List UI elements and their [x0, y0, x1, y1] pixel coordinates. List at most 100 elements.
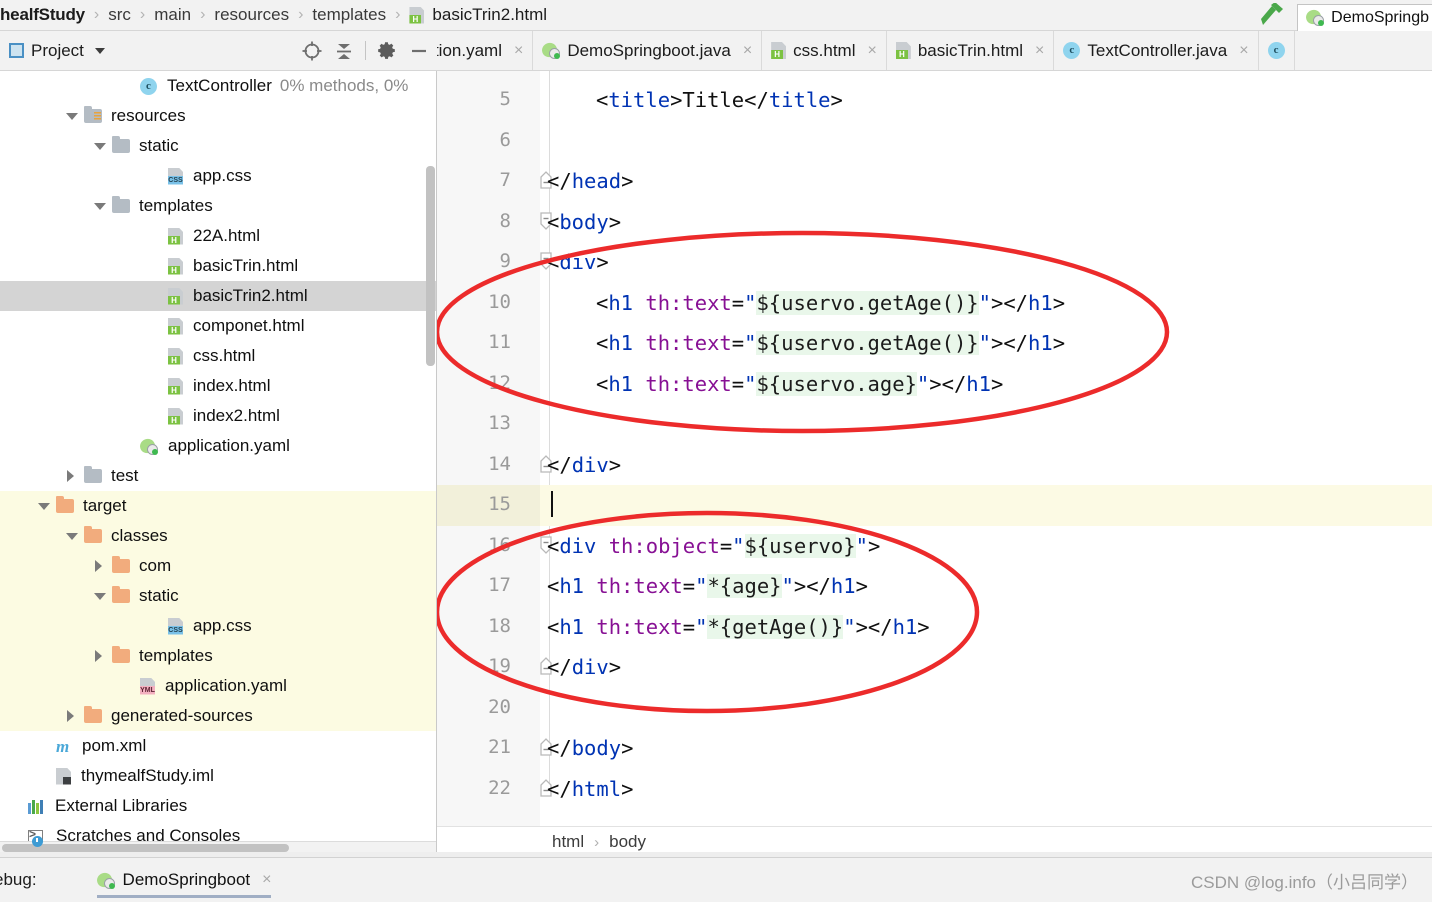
code-line[interactable]: </head> — [547, 169, 633, 193]
project-tree[interactable]: c TextController 0% methods, 0% resources st… — [0, 71, 437, 852]
code-line[interactable]: <h1 th:text="*{age}"></h1> — [547, 574, 868, 598]
close-icon[interactable]: × — [514, 42, 523, 60]
tree-item-templates[interactable]: templates — [0, 191, 436, 221]
tree-item-textcontroller[interactable]: c TextController 0% methods, 0% — [0, 71, 436, 101]
tree-item-css-html[interactable]: css.html — [0, 341, 436, 371]
close-icon[interactable]: × — [262, 871, 271, 889]
settings-button[interactable] — [371, 35, 403, 67]
tree-item-static[interactable]: static — [0, 131, 436, 161]
code-token: ${uservo.getAge()} — [756, 290, 979, 315]
code-line[interactable]: <body> — [547, 210, 621, 234]
tree-item-index2-html[interactable]: index2.html — [0, 401, 436, 431]
tree-item-22a-html[interactable]: 22A.html — [0, 221, 436, 251]
breadcrumb-item-resources[interactable]: resources — [212, 5, 291, 25]
twisty-expanded-icon[interactable] — [94, 141, 106, 151]
locate-in-tree-button[interactable] — [296, 35, 328, 67]
tree-item-app-css[interactable]: app.css — [0, 161, 436, 191]
twisty-collapsed-icon[interactable] — [94, 650, 104, 662]
tree-item-label: target — [83, 496, 127, 515]
editor-breadcrumb-body[interactable]: body — [607, 832, 648, 852]
tree-item-generated-sources[interactable]: generated-sources — [0, 701, 436, 731]
collapse-all-button[interactable] — [328, 35, 360, 67]
code-line[interactable]: </div> — [547, 453, 621, 477]
html-file-icon — [895, 42, 911, 59]
code-line[interactable]: <h1 th:text="${uservo.getAge()}"></h1> — [596, 290, 1065, 315]
code-line[interactable]: </html> — [547, 777, 633, 801]
close-icon[interactable]: × — [1239, 42, 1248, 60]
twisty-expanded-icon[interactable] — [94, 201, 106, 211]
close-icon[interactable]: × — [1035, 42, 1044, 60]
breadcrumb-item-templates[interactable]: templates — [310, 5, 388, 25]
editor-tab-cation-yaml[interactable]: cation.yaml × — [437, 31, 534, 70]
tree-item-static[interactable]: static — [0, 581, 436, 611]
tree-item-com[interactable]: com — [0, 551, 436, 581]
close-icon[interactable]: × — [868, 42, 877, 60]
tree-item-index-html[interactable]: index.html — [0, 371, 436, 401]
twisty-collapsed-icon[interactable] — [66, 710, 76, 722]
tree-item-classes[interactable]: classes — [0, 521, 436, 551]
html-file-icon — [168, 227, 183, 245]
code-line[interactable]: <div> — [547, 250, 609, 274]
code-line[interactable]: <h1 th:text="${uservo.getAge()}"></h1> — [596, 331, 1065, 355]
html-file-icon — [168, 287, 183, 305]
twisty-collapsed-icon[interactable] — [94, 560, 104, 572]
tree-item-external-libraries[interactable]: External Libraries — [0, 791, 436, 821]
editor-breadcrumb-html[interactable]: html — [550, 832, 586, 852]
code-editor[interactable]: 5 <title>Title</title> 6 7 </head> 8 <body> 9 <d… — [437, 71, 1432, 826]
scrollbar-thumb[interactable] — [2, 844, 289, 852]
tree-vertical-scrollbar[interactable] — [426, 166, 435, 366]
springboot-icon — [1306, 9, 1325, 26]
tree-item-test[interactable]: test — [0, 461, 436, 491]
code-line[interactable]: <h1 th:text="${uservo.age}"></h1> — [596, 371, 1003, 396]
breadcrumb-item-project[interactable]: healfStudy — [0, 5, 87, 25]
tree-item-app-css[interactable]: app.css — [0, 611, 436, 641]
chevron-down-icon[interactable] — [94, 47, 105, 54]
code-line[interactable]: </div> — [547, 655, 621, 679]
run-configuration-selector[interactable]: DemoSpringb — [1297, 3, 1432, 31]
twisty-expanded-icon[interactable] — [66, 111, 78, 121]
tree-item-componet-html[interactable]: componet.html — [0, 311, 436, 341]
editor-tab-basictrin-html[interactable]: basicTrin.html × — [887, 31, 1055, 70]
tree-item-resources[interactable]: resources — [0, 101, 436, 131]
folder-icon — [56, 496, 74, 513]
code-line[interactable]: </body> — [547, 736, 633, 760]
tree-item-application-yaml[interactable]: application.yaml — [0, 431, 436, 461]
tree-item-label: static — [139, 136, 179, 155]
debug-session-tab[interactable]: DemoSpringboot × — [96, 858, 272, 902]
breadcrumb-item-file[interactable]: basicTrin2.html — [409, 5, 549, 25]
code-line[interactable]: <div th:object="${uservo}"> — [547, 533, 880, 558]
tree-item-label: generated-sources — [111, 706, 253, 725]
tree-item-basictrin-html[interactable]: basicTrin.html — [0, 251, 436, 281]
springboot-icon — [97, 872, 115, 889]
build-project-button[interactable] — [1255, 2, 1289, 29]
twisty-collapsed-icon[interactable] — [66, 470, 76, 482]
tree-item-target[interactable]: target — [0, 491, 436, 521]
code-line[interactable]: <title>Title</title> — [596, 88, 843, 112]
breadcrumb-item-main[interactable]: main — [152, 5, 193, 25]
tree-horizontal-scrollbar[interactable] — [0, 841, 436, 852]
tree-item-templates[interactable]: templates — [0, 641, 436, 671]
twisty-expanded-icon[interactable] — [94, 591, 106, 601]
tree-item-application-yaml[interactable]: application.yaml — [0, 671, 436, 701]
editor-tab-partial[interactable]: c — [1259, 31, 1295, 70]
tree-item-thymealfstudy-iml[interactable]: thymealfStudy.iml — [0, 761, 436, 791]
breadcrumb-item-src[interactable]: src — [106, 5, 133, 25]
project-panel-title-group[interactable]: Project — [0, 41, 105, 61]
editor-tab-css-html[interactable]: css.html × — [762, 31, 887, 70]
code-token: th:text — [596, 614, 683, 639]
code-token: < — [596, 290, 609, 315]
hide-panel-button[interactable] — [403, 35, 435, 67]
twisty-expanded-icon[interactable] — [38, 501, 50, 511]
code-token: > — [621, 169, 634, 193]
code-token: div — [559, 250, 597, 274]
editor-tab-textcontroller-java[interactable]: c TextController.java × — [1054, 31, 1259, 70]
text-caret — [551, 491, 553, 517]
tree-item-pom-xml[interactable]: m pom.xml — [0, 731, 436, 761]
code-line[interactable]: <h1 th:text="*{getAge()}"></h1> — [547, 614, 930, 639]
editor-tab-bar[interactable]: cation.yaml×DemoSpringboot.java×css.html… — [437, 31, 1432, 71]
tree-item-basictrin2-html[interactable]: basicTrin2.html — [0, 281, 436, 311]
twisty-expanded-icon[interactable] — [66, 531, 78, 541]
editor-tab-demospringboot-java[interactable]: DemoSpringboot.java × — [533, 31, 763, 70]
line-number: 14 — [488, 452, 511, 475]
close-icon[interactable]: × — [743, 42, 752, 60]
